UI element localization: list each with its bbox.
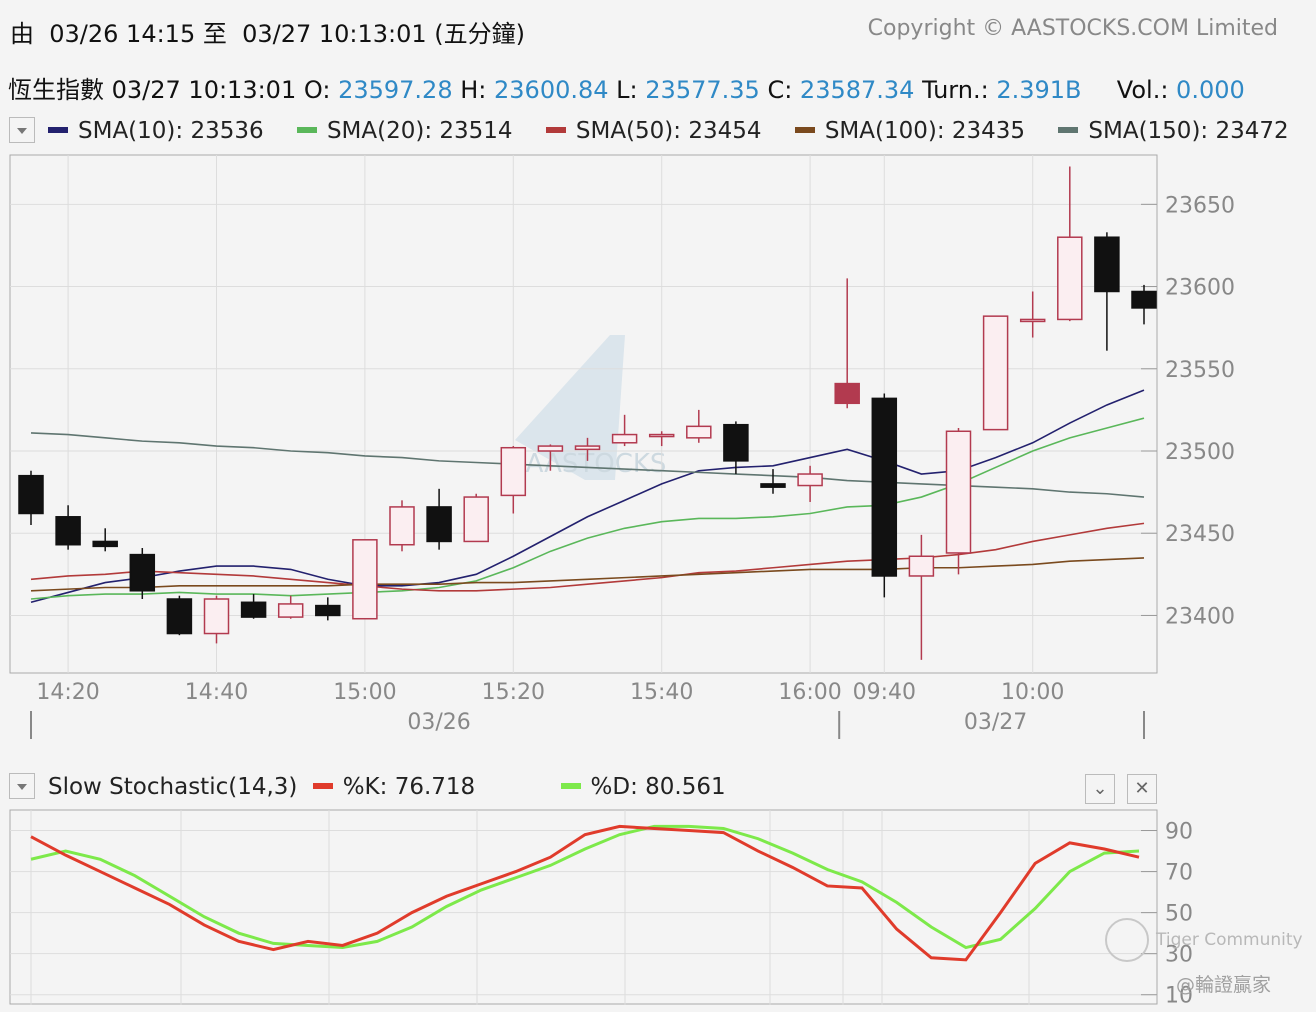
stoch-y-tick-label: 50 bbox=[1165, 902, 1193, 927]
x-tick-label: 16:00 bbox=[778, 680, 841, 705]
candle-body bbox=[166, 598, 193, 635]
x-tick-label: 14:40 bbox=[185, 680, 248, 705]
stoch-y-tick-label: 90 bbox=[1165, 820, 1193, 845]
candle-body bbox=[945, 430, 972, 554]
candle-body bbox=[908, 555, 935, 577]
stochastic-chart: 1030507090 bbox=[9, 809, 1193, 1005]
y-tick-label: 23450 bbox=[1165, 522, 1235, 547]
price-chart: AASTOCKS 23400 23450 23500 23550 23600 23650 14… bbox=[9, 154, 1235, 739]
y-tick-label: 23400 bbox=[1165, 604, 1235, 629]
candle-body bbox=[426, 506, 452, 543]
candle-body bbox=[1057, 236, 1083, 321]
close-icon: ✕ bbox=[1134, 778, 1150, 799]
candle-body bbox=[389, 506, 415, 546]
stoch-d-swatch bbox=[560, 782, 581, 789]
collapse-panel-button[interactable]: ⌄ bbox=[1085, 774, 1115, 804]
candle-body bbox=[611, 433, 638, 444]
candle-body bbox=[760, 483, 786, 488]
stoch-d-label: %D: 80.561 bbox=[590, 774, 726, 800]
candle-body bbox=[648, 433, 675, 438]
candle-body bbox=[1019, 318, 1046, 323]
community-watermark: Tiger Community bbox=[1156, 930, 1303, 950]
candle-body bbox=[463, 496, 489, 543]
candle-body bbox=[834, 382, 860, 405]
y-tick-label: 23550 bbox=[1165, 358, 1235, 383]
candle-body bbox=[315, 604, 341, 617]
stoch-k-label: %K: 76.718 bbox=[342, 774, 476, 800]
stoch-legend: Slow Stochastic(14,3) %K: 76.718 %D: 80.… bbox=[48, 774, 726, 800]
y-tick-label: 23500 bbox=[1165, 440, 1235, 465]
date-label: 03/27 bbox=[964, 710, 1027, 735]
candle-body bbox=[686, 425, 712, 439]
x-tick-label: 14:20 bbox=[36, 680, 99, 705]
x-tick-label: 09:40 bbox=[853, 680, 916, 705]
candle-body bbox=[240, 601, 267, 618]
candle-body bbox=[129, 553, 156, 592]
tiger-logo-icon bbox=[1105, 918, 1149, 962]
candle-body bbox=[871, 397, 898, 577]
y-tick-label: 23650 bbox=[1165, 193, 1235, 218]
chevron-down-icon: ⌄ bbox=[1092, 778, 1108, 799]
stoch-k-swatch bbox=[312, 782, 333, 789]
x-tick-label: 10:00 bbox=[1001, 680, 1064, 705]
candle-body bbox=[352, 539, 378, 620]
candle-body bbox=[574, 445, 601, 451]
close-panel-button[interactable]: ✕ bbox=[1127, 774, 1157, 804]
candle-body bbox=[797, 473, 823, 487]
candle-body bbox=[277, 603, 304, 618]
candle-body bbox=[537, 445, 564, 452]
date-label: 03/26 bbox=[407, 710, 470, 735]
candle-body bbox=[723, 423, 749, 462]
x-tick-label: 15:00 bbox=[333, 680, 396, 705]
candle-body bbox=[500, 446, 527, 497]
x-tick-label: 15:20 bbox=[482, 680, 545, 705]
stoch-plot-area bbox=[9, 809, 1158, 1005]
stoch-title: Slow Stochastic(14,3) bbox=[48, 774, 298, 800]
candle-body bbox=[18, 474, 44, 515]
candle-body bbox=[55, 516, 81, 546]
user-watermark: @輪證贏家 bbox=[1176, 974, 1272, 996]
chart-page: 由 03/26 14:15 至 03/27 10:13:01 (五分鐘) Cop… bbox=[0, 0, 1316, 1012]
stoch-dropdown-button[interactable] bbox=[9, 773, 35, 799]
candle-body bbox=[982, 315, 1009, 431]
candle-body bbox=[92, 540, 118, 548]
candle-body bbox=[203, 598, 230, 635]
x-tick-label: 15:40 bbox=[630, 680, 693, 705]
candle-body bbox=[1131, 290, 1157, 309]
stoch-y-tick-label: 70 bbox=[1165, 861, 1193, 886]
aastocks-watermark: AASTOCKS bbox=[526, 449, 667, 479]
candle-body bbox=[1094, 236, 1120, 293]
y-tick-label: 23600 bbox=[1165, 276, 1235, 301]
